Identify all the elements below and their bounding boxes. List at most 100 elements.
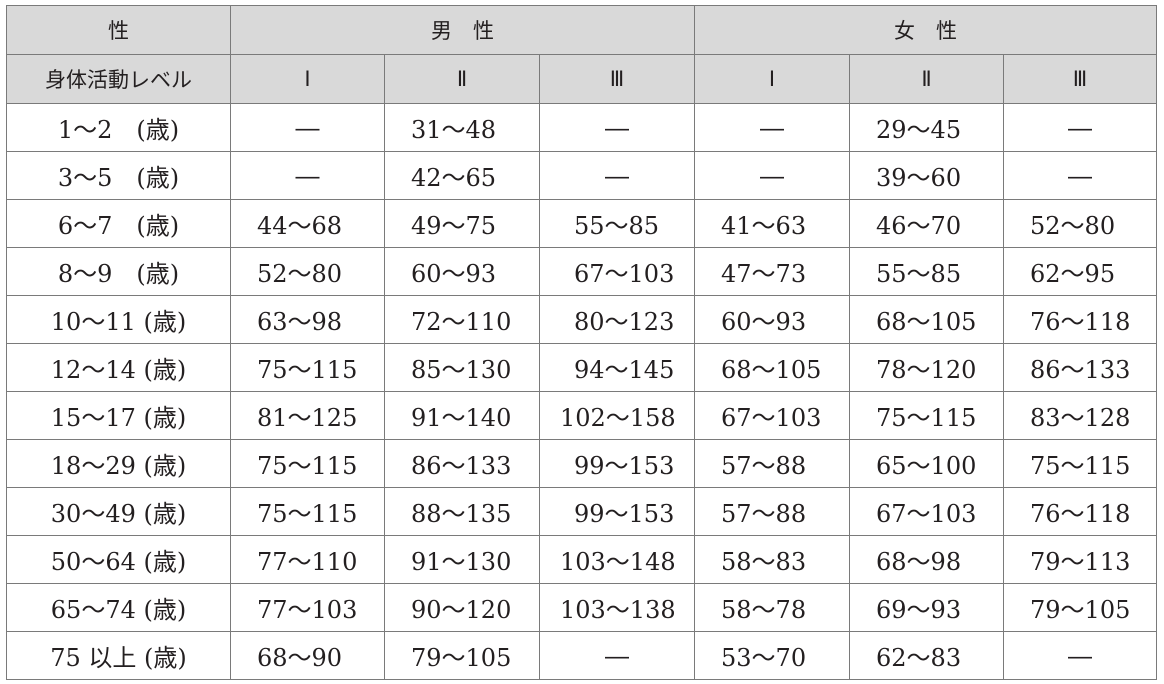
female-level-2-header: Ⅱ [849,54,1005,104]
table-row: 65～74 (歳) 77～103 90～120 103～138 58～78 69～93 79… [6,583,1158,632]
male-level-2-cell: 91～140 [384,391,540,440]
age-group-cell: 18～29 (歳) [6,439,231,488]
female-level-1-cell: 41～63 [694,199,851,248]
age-group-cell: 1～2 (歳) [6,103,231,152]
male-level-1-cell: ― [230,103,385,152]
male-level-3-cell: 102～158 [538,391,696,440]
female-level-3-cell: 75～115 [1003,439,1158,488]
age-group-cell: 50～64 (歳) [6,535,231,584]
male-level-1-cell: 81～125 [230,391,385,440]
male-level-2-cell: 86～133 [384,439,540,488]
activity-level-header: 身体活動レベル [6,54,231,104]
female-level-3-cell: 79～113 [1003,535,1158,584]
age-group-cell: 30～49 (歳) [6,487,231,536]
female-level-3-cell: 86～133 [1003,343,1158,392]
female-level-2-cell: 39～60 [849,151,1005,200]
age-group-cell: 6～7 (歳) [6,199,231,248]
female-level-1-cell: 68～105 [694,343,851,392]
sex-header: 性 [6,5,231,55]
female-level-3-cell: ― [1003,631,1158,680]
female-level-1-cell: ― [694,103,851,152]
female-level-2-cell: 62～83 [849,631,1005,680]
table-row: 30～49 (歳) 75～115 88～135 99～153 57～88 67～103 76… [6,487,1158,536]
table-row: 15～17 (歳) 81～125 91～140 102～158 67～103 75～115… [6,391,1158,440]
male-level-1-header: Ⅰ [230,54,385,104]
male-level-1-cell: ― [230,151,385,200]
female-level-3-cell: 79～105 [1003,583,1158,632]
female-level-3-cell: ― [1003,103,1158,152]
female-level-2-cell: 68～105 [849,295,1005,344]
male-level-2-cell: 90～120 [384,583,540,632]
table-row: 1～2 (歳) ― 31～48 ― ― 29～45 ― [6,103,1158,152]
male-level-3-cell: 99～153 [538,487,696,536]
female-level-3-cell: 52～80 [1003,199,1158,248]
female-level-3-cell: 62～95 [1003,247,1158,296]
male-level-2-header: Ⅱ [384,54,540,104]
male-level-3-header: Ⅲ [538,54,696,104]
female-level-1-header: Ⅰ [694,54,851,104]
female-level-2-cell: 46～70 [849,199,1005,248]
female-level-1-cell: 57～88 [694,487,851,536]
male-level-3-cell: 80～123 [538,295,696,344]
male-level-3-cell: ― [538,151,696,200]
male-level-1-cell: 77～110 [230,535,385,584]
male-level-2-cell: 85～130 [384,343,540,392]
female-level-3-cell: 76～118 [1003,295,1158,344]
male-level-2-cell: 42～65 [384,151,540,200]
table-row: 12～14 (歳) 75～115 85～130 94～145 68～105 78～120 8… [6,343,1158,392]
male-level-3-cell: 94～145 [538,343,696,392]
female-level-2-cell: 67～103 [849,487,1005,536]
male-level-3-cell: 67～103 [538,247,696,296]
table-row: 10～11 (歳) 63～98 72～110 80～123 60～93 68～105 76～… [6,295,1158,344]
male-level-1-cell: 68～90 [230,631,385,680]
female-level-3-cell: ― [1003,151,1158,200]
age-group-cell: 65～74 (歳) [6,583,231,632]
male-level-2-cell: 79～105 [384,631,540,680]
male-level-2-cell: 72～110 [384,295,540,344]
female-level-2-cell: 55～85 [849,247,1005,296]
male-level-3-cell: ― [538,631,696,680]
table-row: 6～7 (歳) 44～68 49～75 55～85 41～63 46～70 52～80 [6,199,1158,248]
female-level-2-cell: 75～115 [849,391,1005,440]
male-level-2-cell: 31～48 [384,103,540,152]
age-group-cell: 15～17 (歳) [6,391,231,440]
male-level-3-cell: 55～85 [538,199,696,248]
protein-target-table: 性 男 性 女 性 身体活動レベル Ⅰ Ⅱ Ⅲ Ⅰ Ⅱ Ⅲ 1～2 (歳) ― 31… [6,5,1158,680]
male-level-3-cell: 99～153 [538,439,696,488]
age-group-cell: 10～11 (歳) [6,295,231,344]
female-level-1-cell: 67～103 [694,391,851,440]
female-level-3-cell: 83～128 [1003,391,1158,440]
female-level-1-cell: ― [694,151,851,200]
female-level-1-cell: 58～83 [694,535,851,584]
male-level-1-cell: 52～80 [230,247,385,296]
age-group-cell: 3～5 (歳) [6,151,231,200]
female-level-2-cell: 69～93 [849,583,1005,632]
male-header: 男 性 [229,5,696,55]
age-group-cell: 75 以上 (歳) [6,631,231,680]
female-level-1-cell: 47～73 [694,247,851,296]
male-level-2-cell: 91～130 [384,535,540,584]
male-level-1-cell: 75～115 [230,343,385,392]
female-level-2-cell: 65～100 [849,439,1005,488]
male-level-3-cell: 103～148 [538,535,696,584]
table-row: 50～64 (歳) 77～110 91～130 103～148 58～83 68～98 79… [6,535,1158,584]
female-level-1-cell: 58～78 [694,583,851,632]
female-level-3-cell: 76～118 [1003,487,1158,536]
header-row-sex: 性 男 性 女 性 [6,5,1158,55]
male-level-2-cell: 88～135 [384,487,540,536]
male-level-1-cell: 44～68 [230,199,385,248]
female-header: 女 性 [694,5,1158,55]
age-group-cell: 12～14 (歳) [6,343,231,392]
table-row: 18～29 (歳) 75～115 86～133 99～153 57～88 65～100 75… [6,439,1158,488]
female-level-1-cell: 53～70 [694,631,851,680]
male-level-1-cell: 63～98 [230,295,385,344]
male-level-3-cell: ― [538,103,696,152]
male-level-2-cell: 49～75 [384,199,540,248]
female-level-3-header: Ⅲ [1003,54,1158,104]
male-level-3-cell: 103～138 [538,583,696,632]
female-level-2-cell: 78～120 [849,343,1005,392]
male-level-1-cell: 77～103 [230,583,385,632]
table-row: 75 以上 (歳) 68～90 79～105 ― 53～70 62～83 ― [6,631,1158,680]
female-level-1-cell: 60～93 [694,295,851,344]
female-level-2-cell: 29～45 [849,103,1005,152]
